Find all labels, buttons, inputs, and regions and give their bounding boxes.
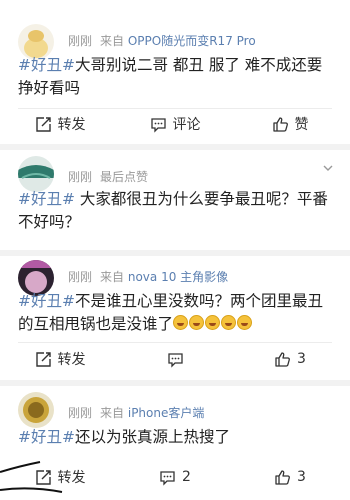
post-meta: 刚刚 来自 OPPO随光而变R17 Pro xyxy=(68,32,256,49)
like-icon xyxy=(275,351,290,367)
like-button[interactable]: 3 xyxy=(232,344,348,374)
post-source: 最后点赞 xyxy=(100,170,149,184)
repost-button[interactable]: 转发 xyxy=(2,109,118,139)
repost-label: 转发 xyxy=(57,117,86,133)
post-meta: 刚刚 来自 iPhone客户端 xyxy=(68,404,204,421)
comment-button[interactable]: 评论 xyxy=(117,109,233,139)
avatar[interactable] xyxy=(18,156,54,192)
like-button[interactable]: 3 xyxy=(232,462,348,492)
post-content: #好丑# 大家都很丑为什么要争最丑呢？平番不好吗？ xyxy=(18,188,336,234)
laughing-emoji-icon xyxy=(221,315,237,330)
emoji-group xyxy=(173,315,253,333)
like-icon xyxy=(275,469,290,485)
post-source[interactable]: nova 10 主角影像 xyxy=(128,270,228,284)
laughing-emoji-icon xyxy=(189,315,205,330)
avatar[interactable] xyxy=(18,392,54,428)
post-time: 刚刚 xyxy=(68,406,93,420)
comment-label: 评论 xyxy=(172,117,201,133)
hashtag-link[interactable]: #好丑# xyxy=(18,428,75,446)
comment-icon xyxy=(160,470,175,486)
post-source-prefix: 来自 xyxy=(100,270,125,284)
laughing-emoji-icon xyxy=(237,315,253,330)
divider xyxy=(18,342,332,343)
comment-count: 2 xyxy=(182,469,191,485)
repost-icon xyxy=(35,351,51,367)
comment-icon xyxy=(150,117,166,133)
post-card: 刚刚 来自 OPPO随光而变R17 Pro #好丑#大哥别说二哥 都丑 服了 难不… xyxy=(0,0,350,144)
comment-button[interactable] xyxy=(117,344,233,374)
post-content: #好丑#不是谁丑心里没数吗？两个团里最丑的互相甩锅也是没谁了 xyxy=(18,290,336,336)
comment-icon xyxy=(167,352,183,368)
post-content: #好丑#大哥别说二哥 都丑 服了 难不成还要挣好看吗 xyxy=(18,54,336,100)
like-count: 3 xyxy=(297,469,306,485)
post-card: 刚刚 最后点赞 #好丑# 大家都很丑为什么要争最丑呢？平番不好吗？ xyxy=(0,150,350,250)
post-time: 刚刚 xyxy=(68,170,93,184)
laughing-emoji-icon xyxy=(205,315,221,330)
chevron-down-icon[interactable] xyxy=(322,162,334,174)
repost-button[interactable]: 转发 xyxy=(2,344,118,374)
post-meta: 刚刚 最后点赞 xyxy=(68,168,148,185)
post-text: 还以为张真源上热搜了 xyxy=(74,428,230,446)
annotation-stroke xyxy=(0,461,63,493)
like-button[interactable]: 赞 xyxy=(232,109,348,139)
post-source-prefix: 来自 xyxy=(100,34,125,48)
post-source[interactable]: OPPO随光而变R17 Pro xyxy=(128,34,256,48)
like-label: 赞 xyxy=(294,117,309,133)
like-count: 3 xyxy=(297,351,306,367)
post-time: 刚刚 xyxy=(68,270,93,284)
hashtag-link[interactable]: #好丑# xyxy=(18,190,75,208)
post-time: 刚刚 xyxy=(68,34,93,48)
hashtag-link[interactable]: #好丑# xyxy=(18,292,75,310)
repost-label: 转发 xyxy=(57,352,86,368)
repost-icon xyxy=(35,116,51,132)
like-icon xyxy=(272,116,288,132)
comment-button[interactable]: 2 xyxy=(117,462,233,492)
hashtag-link[interactable]: #好丑# xyxy=(18,56,75,74)
post-source-prefix: 来自 xyxy=(100,406,125,420)
post-meta: 刚刚 来自 nova 10 主角影像 xyxy=(68,268,228,285)
post-content: #好丑#还以为张真源上热搜了 xyxy=(18,426,336,449)
laughing-emoji-icon xyxy=(173,315,189,330)
post-source[interactable]: iPhone客户端 xyxy=(128,406,205,420)
post-card: 刚刚 来自 nova 10 主角影像 #好丑#不是谁丑心里没数吗？两个团里最丑的互… xyxy=(0,256,350,380)
